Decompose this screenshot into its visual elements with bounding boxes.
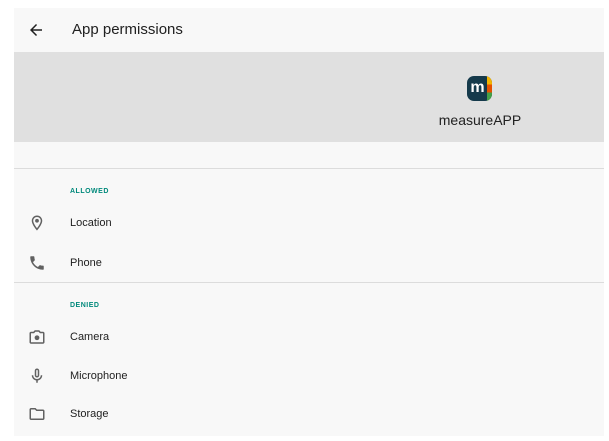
camera-icon xyxy=(29,330,45,344)
permission-item-microphone[interactable]: Microphone xyxy=(14,358,604,394)
app-icon[interactable]: m xyxy=(467,76,492,101)
arrow-back-icon xyxy=(30,24,42,36)
section-label-denied: DENIED xyxy=(70,302,100,309)
permission-label: Camera xyxy=(70,331,110,343)
section-label-allowed: ALLOWED xyxy=(70,188,109,195)
phone-icon xyxy=(30,256,44,270)
toolbar: App permissions xyxy=(14,8,604,52)
page-title: App permissions xyxy=(72,21,183,38)
location-pin-icon xyxy=(31,215,43,231)
permission-item-camera[interactable]: Camera xyxy=(14,319,604,355)
divider xyxy=(14,168,604,169)
permission-label: Phone xyxy=(70,257,102,269)
app-header: m measureAPP xyxy=(14,52,604,142)
permission-label: Storage xyxy=(70,408,109,420)
app-icon-glyph: m xyxy=(470,79,485,96)
permission-label: Microphone xyxy=(70,370,128,382)
permission-item-location[interactable]: Location xyxy=(14,205,604,241)
app-name: measureAPP xyxy=(438,112,522,128)
permission-item-phone[interactable]: Phone xyxy=(14,245,604,281)
folder-icon xyxy=(29,408,45,420)
back-button[interactable] xyxy=(20,14,52,46)
app-icon-stripe xyxy=(487,76,492,101)
permission-item-storage[interactable]: Storage xyxy=(14,396,604,432)
microphone-icon xyxy=(31,368,43,383)
permission-label: Location xyxy=(70,217,112,229)
divider xyxy=(14,282,604,283)
app-permissions-screen: App permissions m measureAPP ALLOWED Loc… xyxy=(14,8,604,436)
